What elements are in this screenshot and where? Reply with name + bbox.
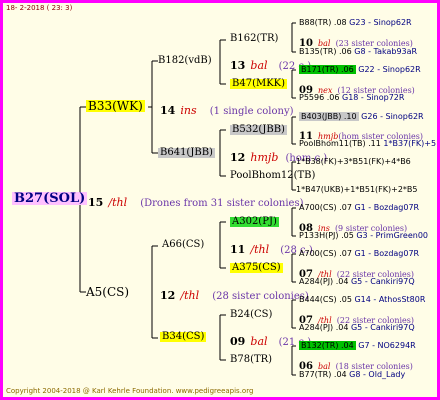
info: G3 - PrimGreen00: [356, 231, 429, 240]
label: A284(PJ) .04: [299, 323, 349, 332]
abbr: bal: [250, 59, 268, 72]
generated-date: 18- 2-2018 ( 23: 3): [6, 4, 73, 12]
queen-gen4-top-1[interactable]: B171(TR) .06 G22 - Sinop62R: [299, 65, 421, 74]
queen-gen4-bottom-4[interactable]: P133H(PJ) .05 G3 - PrimGreen00: [299, 232, 428, 240]
queen-gen4-bottom-0[interactable]: B135(TR) .06 G8 - Takab93aR: [299, 48, 417, 56]
abbr: hmjb: [250, 151, 279, 164]
info: G7 - NO6294R: [358, 341, 416, 350]
label: B135(TR) .06: [299, 47, 352, 56]
abbr: bal: [250, 335, 268, 348]
queen-gen3-0[interactable]: B162(TR): [230, 34, 278, 44]
root-queen[interactable]: B27(SOL): [12, 192, 88, 205]
info: G5 - Cankiri97Q: [350, 277, 415, 286]
label: A284(PJ) .04: [299, 277, 349, 286]
info: G23 - Sinop62R: [349, 18, 412, 27]
root-drone-info: 15 /thl (Drones from 31 sister colonies): [88, 193, 303, 209]
queen-gen4-top-3[interactable]: 1*B38(FK)+3*B51(FK)+4*B6: [296, 158, 411, 166]
queen-gen3-7[interactable]: B78(TR): [230, 355, 272, 365]
queen-gen4-bottom-3[interactable]: 1*B47(UKB)+1*B51(FK)+2*B5: [296, 186, 418, 194]
label: 1*B47(UKB)+1*B51(FK)+2*B5: [296, 185, 418, 194]
label: P5596 .06: [299, 93, 340, 102]
queen-gen3-1[interactable]: B47(MKK): [230, 79, 288, 89]
queen-gen2-0[interactable]: B182(vdB): [158, 56, 212, 66]
queen-gen4-top-6[interactable]: B444(CS) .05 G14 - AthosSt80R: [299, 296, 425, 304]
info: G14 - AthosSt80R: [354, 295, 426, 304]
label: B403(JBB) .10: [299, 112, 359, 121]
label: A700(CS) .07: [299, 249, 352, 258]
info: G22 - Sinop62R: [358, 65, 421, 74]
queen-gen4-top-5[interactable]: A700(CS) .07 G1 - Bozdag07R: [299, 250, 419, 258]
drone-info-gen1-1: 12 /thl (28 sister colonies): [160, 286, 309, 302]
num: 09: [230, 335, 246, 348]
queen-gen4-top-0[interactable]: B88(TR) .08 G23 - Sinop62R: [299, 19, 412, 27]
queen-gen4-top-7[interactable]: B132(TR) .04 G7 - NO6294R: [299, 341, 416, 350]
abbr: ins: [180, 104, 197, 117]
label: B77(TR) .04: [299, 370, 347, 379]
queen-gen3-2[interactable]: B532(JBB): [230, 125, 287, 135]
queen-gen4-top-2[interactable]: B403(JBB) .10 G26 - Sinop62R: [299, 112, 424, 121]
queen-gen4-bottom-5[interactable]: A284(PJ) .04 G5 - Cankiri97Q: [299, 278, 415, 286]
abbr: /thl: [180, 289, 200, 302]
info: 1*B37(FK)+5: [383, 139, 437, 148]
num: 14: [160, 104, 176, 117]
root-note: (Drones from 31 sister colonies): [140, 198, 304, 209]
copyright-notice: Copyright 2004-2018 @ Karl Kehrle Founda…: [6, 387, 254, 395]
queen-gen4-bottom-7[interactable]: B77(TR) .04 G8 - Old_Lady: [299, 371, 405, 379]
info: G8 - Takab93aR: [354, 47, 418, 56]
num: 13: [230, 59, 246, 72]
queen-gen1-0[interactable]: B33(WK): [86, 100, 145, 112]
info: G1 - Bozdag07R: [354, 249, 420, 258]
root-abbr: /thl: [108, 196, 128, 209]
queen-gen2-2[interactable]: A66(CS): [162, 240, 204, 250]
label: P133H(PJ) .05: [299, 231, 354, 240]
abbr: /thl: [250, 243, 270, 256]
num: 12: [230, 151, 246, 164]
drone-info-gen1-0: 14 ins (1 single colony): [160, 101, 294, 117]
info: G5 - Cankiri97Q: [350, 323, 415, 332]
label: B88(TR) .08: [299, 18, 347, 27]
label: PoolBhom11(TB) .11: [299, 139, 381, 148]
queen-gen3-5[interactable]: A375(CS): [230, 263, 283, 273]
queen-gen3-6[interactable]: B24(CS): [230, 310, 272, 320]
label: A700(CS) .07: [299, 203, 352, 212]
num: 11: [230, 243, 246, 256]
label: 1*B38(FK)+3*B51(FK)+4*B6: [296, 157, 411, 166]
root-num: 15: [88, 196, 104, 209]
info: G18 - Sinop72R: [342, 93, 405, 102]
queen-gen3-3[interactable]: PoolBhom12(TB): [230, 171, 315, 181]
queen-gen3-4[interactable]: A302(PJ): [230, 217, 279, 227]
label: B444(CS) .05: [299, 295, 352, 304]
info: G26 - Sinop62R: [361, 112, 424, 121]
label: B132(TR) .04: [299, 341, 356, 350]
queen-gen4-top-4[interactable]: A700(CS) .07 G1 - Bozdag07R: [299, 204, 419, 212]
info: G1 - Bozdag07R: [354, 203, 420, 212]
num: 12: [160, 289, 176, 302]
queen-gen1-1[interactable]: A5(CS): [86, 286, 129, 298]
queen-gen4-bottom-1[interactable]: P5596 .06 G18 - Sinop72R: [299, 94, 404, 102]
queen-gen2-3[interactable]: B34(CS): [160, 332, 207, 342]
queen-gen4-bottom-2[interactable]: PoolBhom11(TB) .11 1*B37(FK)+5: [299, 140, 436, 148]
note: (1 single colony): [209, 106, 294, 117]
queen-gen4-bottom-6[interactable]: A284(PJ) .04 G5 - Cankiri97Q: [299, 324, 415, 332]
queen-gen2-1[interactable]: B641(JBB): [158, 148, 215, 158]
info: G8 - Old_Lady: [349, 370, 406, 379]
note: (28 sister colonies): [212, 291, 309, 302]
label: B171(TR) .06: [299, 65, 356, 74]
